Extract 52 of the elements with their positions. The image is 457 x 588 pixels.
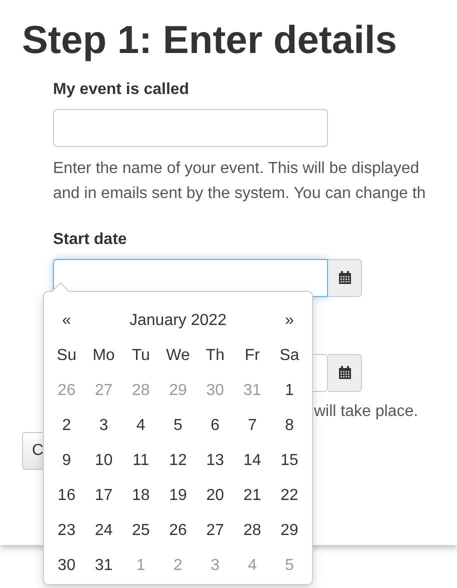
calendar-button[interactable] [328, 259, 362, 297]
calendar-day[interactable]: 31 [94, 556, 113, 574]
calendar-day[interactable]: 23 [58, 522, 76, 540]
month-title[interactable]: January 2022 [130, 312, 226, 330]
calendar-day[interactable]: 2 [62, 416, 72, 434]
calendar-day[interactable]: 6 [210, 416, 220, 434]
calendar-button[interactable] [328, 354, 362, 392]
calendar-day[interactable]: 15 [280, 452, 298, 470]
calendar-day[interactable]: 27 [206, 522, 224, 540]
calendar-day[interactable]: 3 [99, 416, 108, 434]
weekday-label: Fr [244, 346, 260, 364]
calendar-day[interactable]: 7 [248, 416, 257, 434]
calendar-day[interactable]: 8 [284, 416, 294, 434]
calendar-day[interactable]: 18 [132, 486, 150, 504]
weekday-label: Tu [132, 346, 150, 364]
weekday-label: Th [206, 346, 224, 364]
calendar-day[interactable]: 28 [243, 522, 262, 540]
weekday-label: Su [56, 346, 76, 364]
calendar-day[interactable]: 24 [94, 522, 113, 540]
weekday-label: Mo [92, 346, 115, 364]
calendar-day[interactable]: 16 [58, 486, 76, 504]
page-heading: Step 1: Enter details [22, 20, 398, 62]
calendar-day[interactable]: 12 [169, 452, 187, 470]
calendar-day[interactable]: 14 [243, 452, 262, 470]
field-label: Start date [53, 230, 128, 250]
calendar-day[interactable]: 26 [169, 522, 187, 540]
calendar-day[interactable]: 13 [206, 452, 224, 470]
calendar-day[interactable]: 10 [94, 452, 113, 470]
help-text: Enter the name of your event. This will be displayed [53, 159, 420, 179]
previous-month-button[interactable]: « [62, 312, 72, 330]
next-month-button[interactable]: » [284, 312, 294, 330]
calendar-day[interactable]: 20 [206, 486, 224, 504]
help-text: will take place. [314, 402, 420, 422]
calendar-day[interactable]: 19 [169, 486, 187, 504]
calendar-day[interactable]: 9 [62, 452, 72, 470]
weekday-label: Sa [280, 346, 300, 364]
calendar-day[interactable]: 22 [280, 486, 298, 504]
calendar-day[interactable]: 29 [280, 522, 298, 540]
calendar-day[interactable]: 21 [243, 486, 262, 504]
field-label: My event is called [53, 80, 190, 100]
calendar-day[interactable]: 30 [58, 556, 76, 574]
calendar-day[interactable]: 1 [284, 382, 294, 400]
event-name-field[interactable] [53, 109, 328, 147]
calendar-icon [338, 366, 352, 380]
calendar-day[interactable]: 25 [132, 522, 150, 540]
weekday-label: We [166, 346, 190, 364]
calendar-icon [338, 271, 352, 285]
calendar-day[interactable]: 11 [132, 452, 150, 470]
calendar-day[interactable]: 4 [136, 416, 146, 434]
calendar-day[interactable]: 17 [94, 486, 113, 504]
help-text: and in emails sent by the system. You can change th [53, 184, 427, 204]
calendar-day[interactable]: 5 [174, 416, 182, 434]
